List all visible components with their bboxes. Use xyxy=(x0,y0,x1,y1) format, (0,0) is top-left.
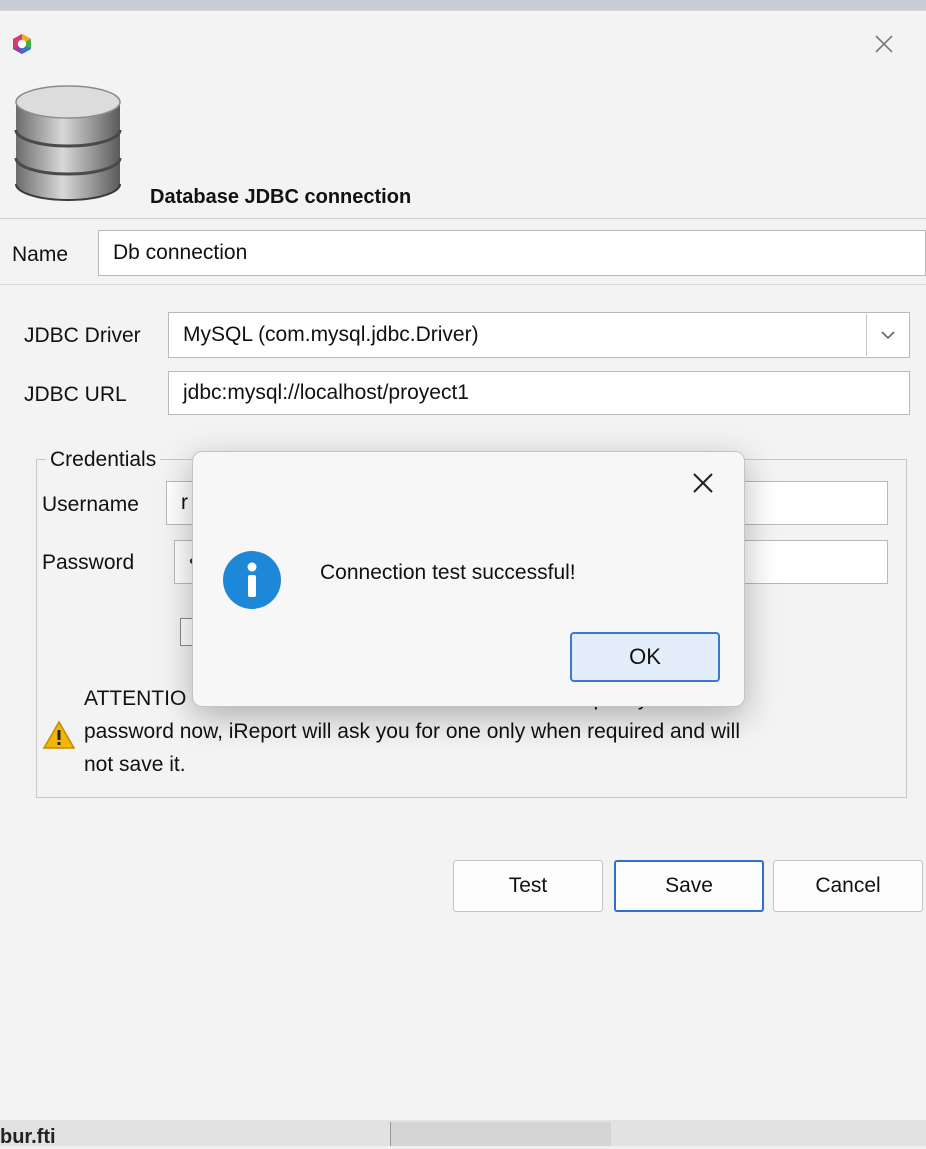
jdbc-driver-dropdown-button[interactable] xyxy=(866,314,909,356)
cancel-button[interactable]: Cancel xyxy=(773,860,923,912)
background-panel xyxy=(390,1122,611,1146)
password-label: Password xyxy=(42,551,135,574)
credentials-legend: Credentials xyxy=(46,448,161,472)
jdbc-url-label: JDBC URL xyxy=(24,383,127,406)
attention-line-3: not save it. xyxy=(84,753,186,776)
attention-line-2: password now, iReport will ask you for o… xyxy=(84,720,741,743)
name-label: Name xyxy=(12,243,69,266)
warning-icon xyxy=(42,720,76,749)
chevron-down-icon xyxy=(881,331,895,340)
test-button[interactable]: Test xyxy=(453,860,603,912)
desktop-top-strip xyxy=(0,0,926,10)
save-button[interactable]: Save xyxy=(614,860,764,912)
message-close-icon[interactable] xyxy=(690,470,716,496)
jdbc-driver-select[interactable]: MySQL (com.mysql.jdbc.Driver) xyxy=(168,312,910,358)
jdbc-url-input[interactable]: jdbc:mysql://localhost/proyect1 xyxy=(168,371,910,415)
database-icon xyxy=(14,85,122,201)
window-close-icon[interactable] xyxy=(872,32,896,56)
jdbc-driver-label: JDBC Driver xyxy=(24,324,141,347)
info-icon xyxy=(223,551,281,609)
username-value: r xyxy=(181,491,188,514)
name-divider xyxy=(0,284,926,285)
header-divider xyxy=(0,218,926,219)
netbeans-app-icon xyxy=(13,34,31,54)
name-input[interactable]: Db connection xyxy=(98,230,926,276)
ok-button[interactable]: OK xyxy=(570,632,720,682)
username-label: Username xyxy=(42,493,139,516)
dialog-header-title: Database JDBC connection xyxy=(150,186,412,208)
jdbc-driver-value: MySQL (com.mysql.jdbc.Driver) xyxy=(183,323,479,346)
jdbc-url-value: jdbc:mysql://localhost/proyect1 xyxy=(183,381,469,404)
message-text: Connection test successful! xyxy=(320,561,576,584)
name-value: Db connection xyxy=(113,241,248,264)
